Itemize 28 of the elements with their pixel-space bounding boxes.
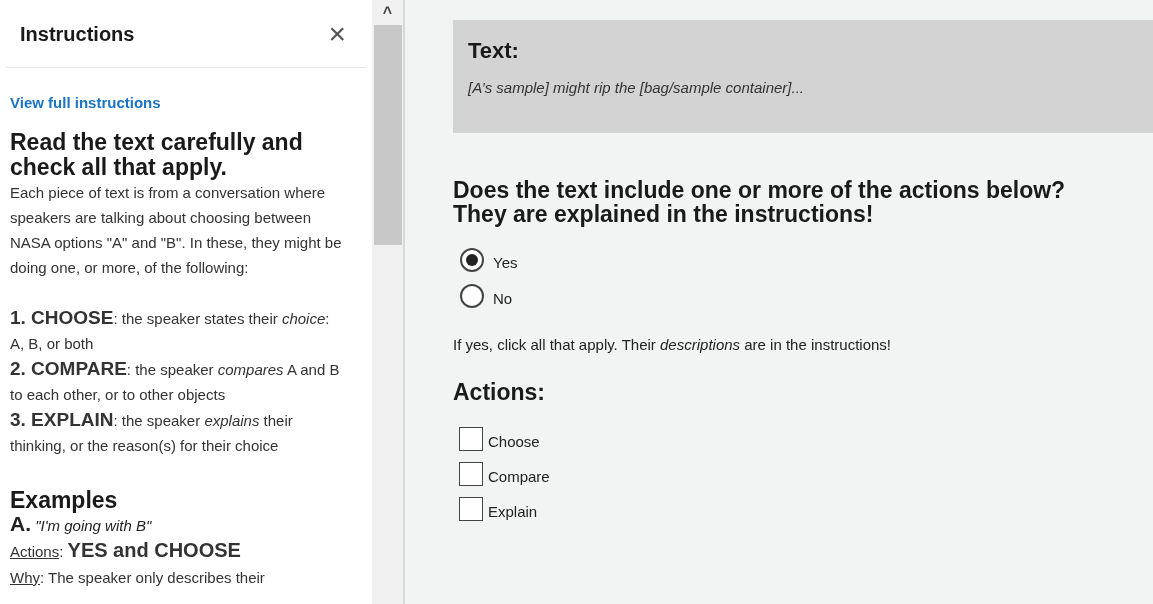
example-label: Why	[10, 569, 40, 586]
checkbox-label: Compare	[488, 468, 550, 486]
radio-label: No	[493, 290, 513, 308]
scroll-up-arrow[interactable]: ^	[382, 0, 393, 25]
text-card-title: Text:	[468, 37, 520, 65]
view-full-instructions-link[interactable]: View full instructions	[10, 90, 342, 115]
scrollbar-thumb[interactable]	[373, 25, 402, 245]
checkbox-label: Choose	[488, 433, 540, 451]
question-heading: Does the text include one or more of the actions below? They are explained in the instructions!	[453, 178, 1067, 226]
hint-text: If yes, click all that apply. Their descriptions are in the instructions!	[453, 335, 892, 355]
checkbox[interactable]	[459, 497, 483, 521]
definition-text: 3. EXPLAIN: the speaker explains their thinking, or the reason(s) for their choice	[10, 408, 294, 456]
close-button[interactable]: ×	[328, 18, 346, 49]
instructions-heading: Read the text carefully and check all that apply.	[10, 130, 304, 180]
radio-button[interactable]	[460, 284, 484, 308]
actions-heading: Actions:	[453, 377, 546, 407]
text-card-content: [A’s sample] might rip the [bag/sample container]...	[468, 78, 805, 98]
example-text: : The speaker only describes their	[40, 569, 265, 586]
radio-button[interactable]	[460, 248, 484, 272]
intro-text: Each piece of text is from a conversation where speakers are talking about choosing between NASA options "A" and "B". In these, they might be doing one, or more, of the following:	[10, 183, 342, 278]
example-title: A. "I'm going with B"	[10, 513, 153, 537]
radio-label: Yes	[493, 254, 518, 272]
examples-heading: Examples	[10, 488, 119, 513]
panel-title: Instructions	[19, 21, 135, 47]
example-text: : YES and CHOOSE	[59, 543, 241, 560]
checkbox[interactable]	[459, 427, 483, 451]
checkbox[interactable]	[459, 462, 483, 486]
checkbox-label: Explain	[488, 503, 538, 521]
